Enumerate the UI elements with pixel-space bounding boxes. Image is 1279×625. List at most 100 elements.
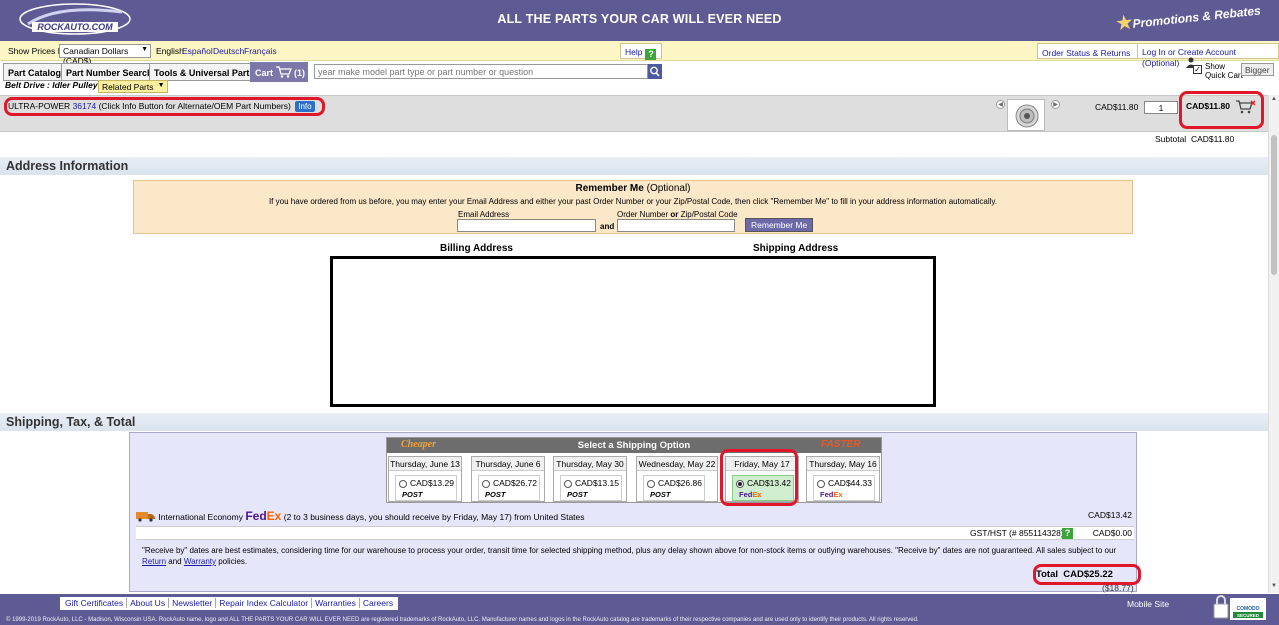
help-icon[interactable]: ? [1062,528,1073,539]
billing-address-heading: Billing Address [440,243,513,254]
shipping-option[interactable]: Wednesday, May 22 CAD$26.86 POST [636,456,718,502]
svg-text:COMODO: COMODO [1236,606,1259,612]
scroll-thumb[interactable] [1271,135,1277,275]
checkmark-icon: ✓ [1193,65,1202,74]
unit-price: CAD$11.80 [1095,102,1139,112]
tab-part-number-search[interactable]: Part Number Search [61,63,158,81]
tax-label: GST/HST (# 855114328) [970,528,1064,538]
address-section-header: Address Information [0,157,1270,175]
footer-link[interactable]: About Us [127,598,170,608]
fedex-logo-icon: FedEx [820,490,843,499]
tax-value: CAD$0.00 [1092,528,1132,538]
delivery-disclaimer: "Receive by" dates are best estimates, c… [142,546,1117,566]
post-logo-icon: POST [567,490,588,499]
star-icon: ★ [1115,11,1134,34]
footer-link[interactable]: Newsletter [169,598,217,608]
shipping-option[interactable]: Thursday, June 6 CAD$26.72 POST [471,456,545,502]
svg-text:SECURED: SECURED [1237,613,1260,618]
search-input[interactable]: year make model part type or part number… [314,64,648,79]
language-espanol[interactable]: Español [182,46,213,56]
post-logo-icon: POST [402,490,423,499]
remember-me-title: Remember Me (Optional) [575,183,691,194]
part-thumbnail[interactable] [1007,99,1045,131]
remember-me-button[interactable]: Remember Me [745,218,814,232]
search-icon [650,66,660,77]
annotation-highlight [1179,91,1264,129]
truck-icon [136,512,155,522]
show-prices-label: Show Prices In [8,46,65,56]
promotions-rebates-link[interactable]: ★Promotions & Rebates [1115,0,1261,35]
shipping-option[interactable]: Thursday, May 30 CAD$13.15 POST [553,456,627,502]
annotation-highlight [720,449,798,506]
options-bar: Show Prices In Canadian Dollars (CAD$) ▼ … [0,41,1279,68]
dropdown-arrow-icon: ▼ [157,82,165,89]
cart-button[interactable]: Cart (1) [250,62,308,82]
email-field[interactable] [457,219,596,232]
remember-me-panel: Remember Me (Optional) If you have order… [133,180,1133,234]
shipping-option[interactable]: Thursday, May 16 CAD$44.33 FedEx [806,456,880,502]
shipping-section-header: Shipping, Tax, & Total [0,413,1270,431]
help-button[interactable]: Help? [620,43,663,60]
copyright-text: © 1999-2019 RockAuto, LLC - Madison, Wis… [6,617,919,623]
language-english[interactable]: English [156,46,184,56]
order-number-field[interactable] [617,219,735,232]
language-francais[interactable]: Français [244,46,277,56]
footer-link[interactable]: Repair Index Calculator [216,598,313,608]
currency-select[interactable]: Canadian Dollars (CAD$) ▼ [59,44,151,66]
top-header: ROCKAUTO.COM ALL THE PARTS YOUR CAR WILL… [0,0,1279,41]
bigger-button[interactable]: Bigger [1241,63,1274,76]
radio-button[interactable] [482,480,490,488]
shipping-options-box: Cheaper Select a Shipping Option FASTER … [386,437,882,503]
annotation-highlight [4,97,325,116]
shipping-panel: Cheaper Select a Shipping Option FASTER … [129,432,1137,593]
footer-link[interactable]: Gift Certificates [62,598,128,608]
remember-me-description: If you have ordered from us before, you … [268,197,998,206]
footer-links: Gift Certificates About Us Newsletter Repai… [60,597,399,610]
tagline: ALL THE PARTS YOUR CAR WILL EVER NEED [497,12,782,26]
shipping-method-row: International Economy FedEx (2 to 3 busi… [136,509,1134,525]
dropdown-arrow-icon: ▼ [141,46,148,53]
page-scrollbar[interactable]: ▲ ▼ [1268,95,1279,593]
cart-icon [275,66,292,78]
order-number-label: Order Number or Zip/Postal Code [617,210,738,219]
mobile-site-link[interactable]: Mobile Site [1127,599,1169,609]
faster-label: FASTER [821,439,861,450]
footer-link[interactable]: Warranties [312,598,360,608]
quantity-input[interactable]: 1 [1144,101,1178,114]
radio-button[interactable] [399,480,407,488]
comodo-secured-seal[interactable]: COMODO SECURED [1212,594,1268,623]
scroll-down-icon[interactable]: ▼ [1271,583,1277,589]
return-policy-link[interactable]: Return [142,557,166,566]
cheaper-label: Cheaper [401,439,436,450]
nav-row: Part Catalog Part Number Search Tools & … [0,62,1279,82]
shipping-option[interactable]: Thursday, June 13 CAD$13.29 POST [388,456,462,502]
related-parts-select[interactable]: Related Parts ▼ [98,80,168,93]
address-form-redacted [330,256,936,407]
radio-button[interactable] [564,480,572,488]
search-button[interactable] [648,64,662,79]
tab-tools-universal-parts[interactable]: Tools & Universal Parts [149,63,260,81]
post-logo-icon: POST [485,490,506,499]
previous-image-icon[interactable]: ◀ [996,100,1005,109]
next-image-icon[interactable]: ▶ [1051,100,1060,109]
footer-link[interactable]: Careers [360,598,396,608]
annotation-highlight [1033,564,1141,585]
language-deutsch[interactable]: Deutsch [213,46,244,56]
help-icon: ? [645,49,657,60]
radio-button[interactable] [817,480,825,488]
subtotal: Subtotal CAD$11.80 [1155,134,1235,144]
login-button[interactable]: Log In or Create Account (Optional) [1137,43,1279,68]
tax-row: GST/HST (# 855114328) ? CAD$0.00 [136,526,1134,540]
order-status-button[interactable]: Order Status & Returns [1037,43,1153,59]
tab-part-catalog[interactable]: Part Catalog [3,63,67,81]
warranty-policy-link[interactable]: Warranty [184,557,216,566]
show-quick-cart-toggle[interactable]: ✓ Show Quick Cart [1193,62,1245,80]
post-logo-icon: POST [650,490,671,499]
email-label: Email Address [458,210,510,219]
scroll-up-icon[interactable]: ▲ [1271,96,1277,102]
shipping-options-header: Cheaper Select a Shipping Option FASTER [387,438,881,453]
and-label: and [600,222,615,231]
shipping-cost: CAD$13.42 [1088,510,1132,520]
shipping-address-heading: Shipping Address [753,243,839,254]
radio-button[interactable] [647,480,655,488]
